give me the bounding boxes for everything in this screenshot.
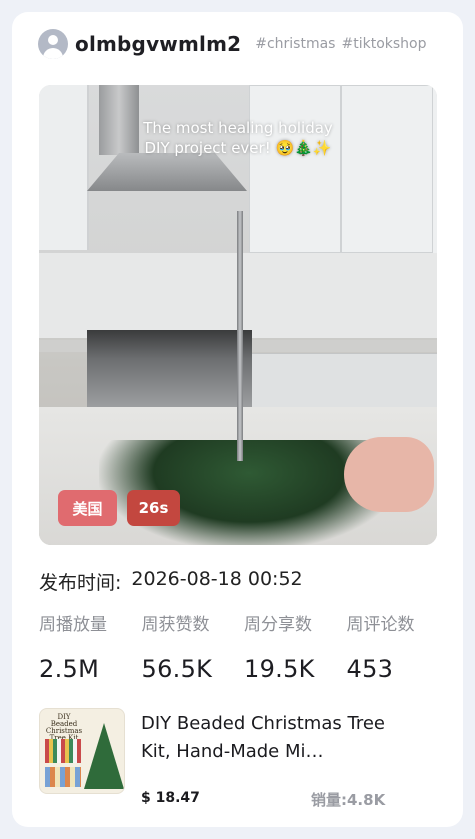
publish-time-label: 发布时间: xyxy=(39,572,122,594)
stat-label-likes: 周获赞数 xyxy=(141,615,210,635)
scene-hood-base xyxy=(87,153,247,191)
stat-value-shares: 19.5K xyxy=(244,655,315,683)
product-thumbnail[interactable]: DIY Beaded Christmas Tree Kit xyxy=(39,708,125,794)
product-title[interactable]: DIY Beaded Christmas Tree Kit, Hand-Made… xyxy=(141,710,386,766)
hashtag-list: #christmas #tiktokshop xyxy=(255,36,426,52)
scene-cabinet xyxy=(39,85,89,250)
stat-label-plays: 周播放量 xyxy=(39,615,107,635)
product-thumbnail-title: DIY Beaded Christmas Tree Kit xyxy=(45,713,83,742)
hashtag[interactable]: #tiktokshop xyxy=(341,36,426,52)
publish-time: 发布时间: 2026-08-18 00:52 xyxy=(39,568,303,595)
hashtag[interactable]: #christmas xyxy=(255,36,335,52)
video-thumbnail[interactable]: The most healing holiday DIY project eve… xyxy=(39,85,437,545)
scene-stove xyxy=(87,330,252,410)
weekly-stats: 周播放量 周获赞数 周分享数 周评论数 2.5M 56.5K 19.5K 453 xyxy=(39,610,449,683)
stat-label-comments: 周评论数 xyxy=(346,615,415,635)
duration-badge: 26s xyxy=(127,490,180,526)
username[interactable]: olmbgvwmlm2 xyxy=(75,32,241,56)
product-sales: 销量:4.8K xyxy=(311,791,386,809)
scene-tree-pole xyxy=(237,211,243,461)
stat-label-shares: 周分享数 xyxy=(244,615,312,635)
avatar-icon[interactable] xyxy=(38,29,68,59)
card-header: olmbgvwmlm2 #christmas #tiktokshop xyxy=(38,28,438,60)
product-price: $ 18.47 xyxy=(141,790,200,806)
stat-value-comments: 453 xyxy=(346,655,394,683)
publish-time-value: 2026-08-18 00:52 xyxy=(131,568,303,590)
video-card[interactable]: olmbgvwmlm2 #christmas #tiktokshop The m… xyxy=(12,12,463,827)
country-badge: 美国 xyxy=(58,490,117,526)
video-caption-overlay: The most healing holiday DIY project eve… xyxy=(143,119,333,157)
scene-cabinet xyxy=(249,85,437,253)
christmas-tree-icon xyxy=(84,723,124,789)
scene-hand xyxy=(344,437,434,512)
product-item[interactable]: DIY Beaded Christmas Tree Kit DIY Beaded… xyxy=(39,708,439,809)
stat-value-likes: 56.5K xyxy=(141,655,213,683)
stat-value-plays: 2.5M xyxy=(39,655,100,683)
